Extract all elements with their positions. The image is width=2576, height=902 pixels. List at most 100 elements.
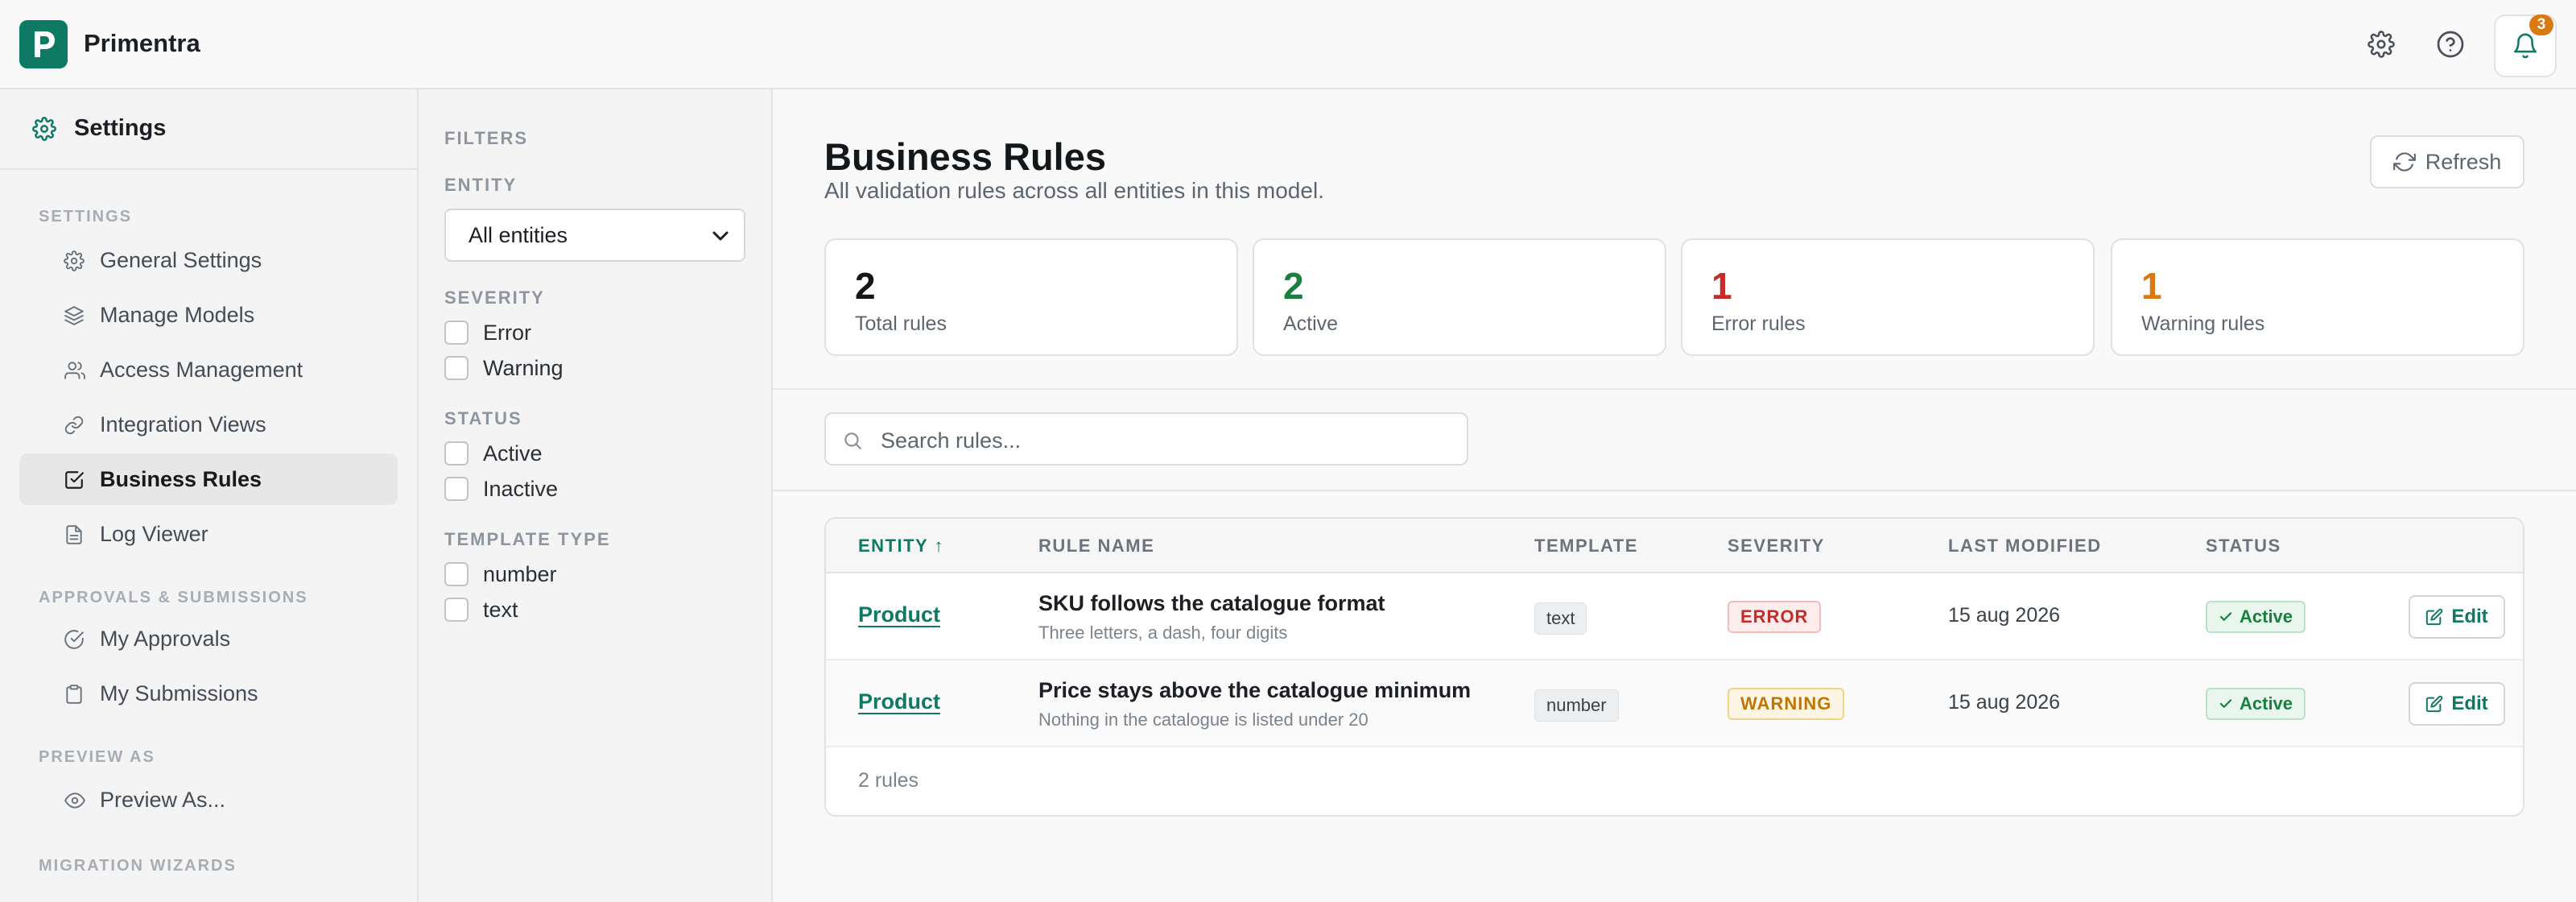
sidebar-item-my-approvals[interactable]: My Approvals [19,613,398,664]
status-label: Active [2240,606,2293,627]
checkbox-box[interactable] [444,441,469,465]
sidebar-item-manage-models[interactable]: Manage Models [19,289,398,341]
template-number-checkbox[interactable]: number [444,560,557,589]
sidebar-item-label: Access Management [100,357,303,382]
sidebar-item-label: Integration Views [100,412,266,437]
column-header-status[interactable]: STATUS [2206,536,2281,557]
sidebar-item-label: My Approvals [100,626,231,651]
check-square-icon [64,470,85,490]
severity-badge: ERROR [1728,601,1822,633]
checkbox-box[interactable] [444,562,469,586]
status-inactive-checkbox[interactable]: Inactive [444,474,558,503]
logo-p-icon [35,31,55,57]
stat-card-error: 1 Error rules [1681,238,2095,356]
rules-table: ENTITY ↑ RULE NAME TEMPLATE SEVERITY LAS… [824,517,2524,817]
sidebar-item-label: My Submissions [100,681,258,705]
checkbox-label: text [483,597,518,622]
gear-icon [32,117,56,141]
stat-card-active: 2 Active [1253,238,1666,356]
refresh-button[interactable]: Refresh [2370,135,2524,188]
last-modified: 15 aug 2026 [1948,691,2061,714]
sidebar-section-approvals: APPROVALS & SUBMISSIONS [39,589,308,606]
status-filter-title: STATUS [444,408,522,428]
column-header-last-modified[interactable]: LAST MODIFIED [1948,536,2102,557]
gear-icon [64,250,85,271]
stat-label: Error rules [1711,312,1806,335]
column-header-entity[interactable]: ENTITY ↑ [858,536,944,557]
sidebar-item-business-rules[interactable]: Business Rules [19,453,398,505]
stat-label: Total rules [855,312,947,335]
table-row: Product Price stays above the catalogue … [826,660,2523,747]
help-button[interactable] [2421,15,2479,73]
help-icon [2437,31,2464,58]
sidebar-section-migration-wizards: MIGRATION WIZARDS [39,857,237,875]
filters-panel: FILTERS ENTITY All entities SEVERITY Err… [419,89,773,902]
severity-warning-checkbox[interactable]: Warning [444,354,564,383]
app-logo[interactable] [19,20,68,68]
column-header-severity[interactable]: SEVERITY [1728,536,1825,557]
severity-badge: WARNING [1728,688,1845,720]
edit-icon [2426,695,2443,713]
sidebar-item-general-settings[interactable]: General Settings [19,234,398,286]
last-modified: 15 aug 2026 [1948,604,2061,627]
sidebar-item-preview-as[interactable]: Preview As... [19,774,398,825]
users-icon [64,360,86,381]
severity-error-checkbox[interactable]: Error [444,318,531,347]
app-name: Primentra [84,29,200,57]
check-circle-icon [64,629,85,650]
sidebar-item-log-viewer[interactable]: Log Viewer [19,508,398,560]
sidebar-section-settings: SETTINGS [39,208,133,226]
checkbox-label: Active [483,441,543,465]
search-input[interactable]: Search rules... [824,412,1468,465]
notifications-button[interactable]: 3 [2494,14,2557,77]
edit-button[interactable]: Edit [2409,595,2505,639]
sidebar-item-label: Manage Models [100,302,255,327]
gear-icon [2368,31,2395,58]
rule-description: Three letters, a dash, four digits [1038,623,1288,643]
refresh-label: Refresh [2425,149,2502,174]
status-active-checkbox[interactable]: Active [444,439,543,468]
check-icon [2219,612,2232,621]
rule-description: Nothing in the catalogue is listed under… [1038,710,1368,730]
chevron-down-icon [712,230,729,242]
checkbox-box[interactable] [444,598,469,622]
refresh-icon [2392,151,2416,173]
template-type-filter-title: TEMPLATE TYPE [444,529,611,549]
edit-label: Edit [2451,606,2488,627]
entity-link[interactable]: Product [858,602,940,627]
stat-card-warning: 1 Warning rules [2111,238,2524,356]
entity-select[interactable]: All entities [444,209,745,262]
sidebar: Settings SETTINGS General Settings Manag… [0,89,419,902]
severity-filter-title: SEVERITY [444,288,545,308]
main-content: Business Rules All validation rules acro… [773,89,2576,902]
sidebar-item-label: Log Viewer [100,521,208,546]
sidebar-item-label: Business Rules [100,466,262,491]
edit-button[interactable]: Edit [2409,682,2505,726]
checkbox-label: Inactive [483,476,559,501]
sidebar-item-access-management[interactable]: Access Management [19,344,398,395]
entity-link[interactable]: Product [858,689,940,714]
sidebar-item-my-submissions[interactable]: My Submissions [19,668,398,719]
rule-name: SKU follows the catalogue format [1038,591,1385,615]
page-title: Business Rules [824,135,1107,178]
search-icon [842,430,863,451]
stat-label: Warning rules [2141,312,2265,335]
settings-button[interactable] [2352,15,2410,73]
column-header-template[interactable]: TEMPLATE [1534,536,1638,557]
layers-icon [64,305,85,326]
section-divider [773,388,2576,390]
checkbox-box[interactable] [444,321,469,345]
stat-value: 1 [1711,265,1732,307]
column-header-rule-name[interactable]: RULE NAME [1038,536,1154,557]
eye-icon [64,790,86,811]
edit-icon [2426,608,2443,626]
rule-name: Price stays above the catalogue minimum [1038,678,1472,702]
checkbox-label: number [483,561,557,586]
checkbox-label: Warning [483,355,564,380]
link-icon [64,415,85,436]
bell-icon [2513,33,2537,59]
checkbox-box[interactable] [444,477,469,501]
template-text-checkbox[interactable]: text [444,595,518,624]
checkbox-box[interactable] [444,356,469,380]
sidebar-item-integration-views[interactable]: Integration Views [19,399,398,450]
